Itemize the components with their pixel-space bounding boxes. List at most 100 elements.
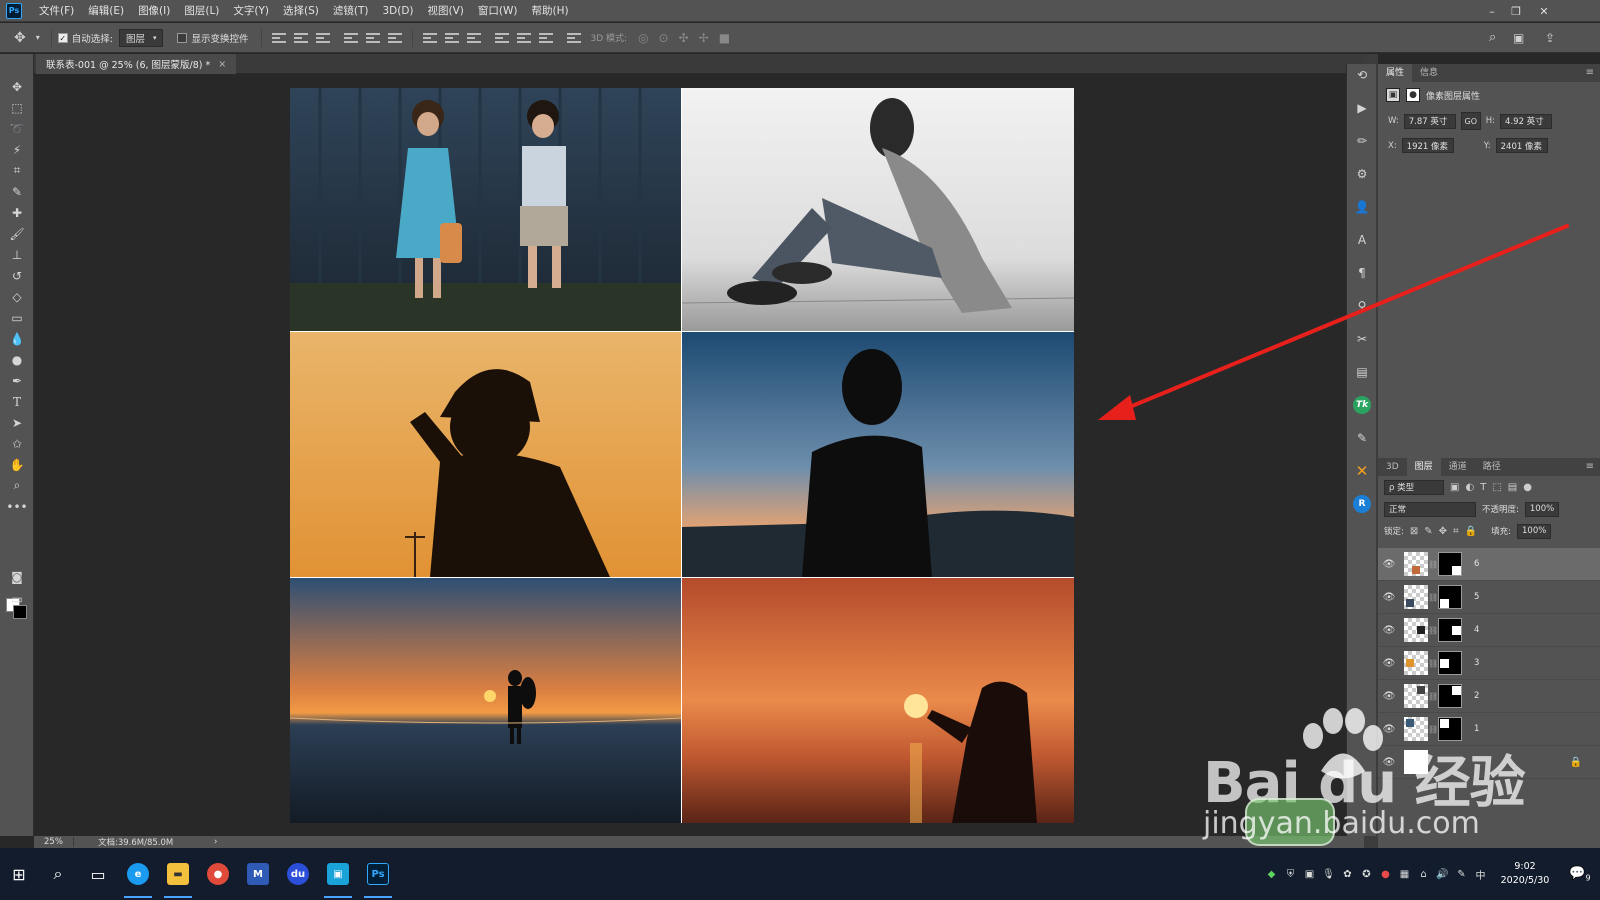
brush-tool-icon[interactable]: 🖌 [0,223,34,244]
app-icon-blue[interactable]: M [238,856,278,892]
hand-tool-icon[interactable]: ✋ [0,454,34,475]
filter-type-icon[interactable]: T [1480,482,1486,493]
filter-toggle-icon[interactable]: ● [1523,482,1532,493]
history-panel-icon[interactable]: ⟲ [1347,64,1377,86]
zoom-level[interactable]: 25% [34,837,74,847]
marquee-tool-icon[interactable]: ⬚ [0,97,34,118]
more-tools-icon[interactable]: ••• [0,496,34,517]
fill-field[interactable]: 100% [1517,523,1552,539]
height-field[interactable]: 4.92 英寸 [1500,113,1553,129]
filter-smart-icon[interactable]: ▤ [1508,482,1517,493]
restore-icon[interactable]: ❐ [1504,0,1528,22]
3d-pan-icon[interactable]: ✣ [679,31,689,45]
clone-stamp-icon[interactable]: ⊥ [0,244,34,265]
align-hcenter-icon[interactable] [365,31,380,45]
close-window-icon[interactable]: ✕ [1532,0,1556,22]
opacity-field[interactable]: 100% [1524,501,1560,517]
tab-properties[interactable]: 属性 [1378,64,1413,82]
chrome-app-icon[interactable]: ● [198,856,238,892]
eye-icon[interactable]: 👁 [1378,691,1400,702]
filter-adjust-icon[interactable]: ◐ [1465,482,1474,493]
photo-man-sitting[interactable] [682,88,1074,331]
menu-select[interactable]: 选择(S) [276,0,326,22]
photo-surfer-sunset[interactable] [290,578,681,823]
tray-app-icon[interactable]: ▣ [1300,869,1319,880]
tk-plugin-icon[interactable]: Tk [1347,394,1377,416]
lock-all-icon[interactable]: 🔒 [1465,526,1477,537]
layer-row-5[interactable]: 👁 ⛓ 5 [1378,581,1600,614]
layer-row-6[interactable]: 👁 ⛓ 6 [1378,548,1600,581]
clock[interactable]: 9:02 2020/5/30 [1490,860,1560,888]
menu-layer[interactable]: 图层(L) [177,0,226,22]
minimize-icon[interactable]: – [1480,0,1504,22]
nvidia-tray-icon[interactable]: ◆ [1262,869,1281,880]
panel-menu-icon[interactable]: ≡ [1586,67,1594,78]
chevron-down-icon[interactable]: ▾ [36,33,40,42]
3d-camera-icon[interactable]: ■ [719,31,730,45]
menu-help[interactable]: 帮助(H) [525,0,576,22]
gradient-tool-icon[interactable]: ▭ [0,307,34,328]
quick-mask-icon[interactable]: ◙ [0,566,34,587]
photo-hat-silhouette[interactable] [290,332,681,577]
menu-window[interactable]: 窗口(W) [471,0,525,22]
brush-panel-icon[interactable]: ✏ [1347,130,1377,152]
healing-brush-icon[interactable]: ✚ [0,202,34,223]
photo-children[interactable] [290,88,681,331]
layer-mask-thumbnail[interactable] [1438,717,1462,741]
tray-app2-icon[interactable]: ✿ [1338,869,1357,880]
lock-artboard-icon[interactable]: ⌗ [1453,526,1459,537]
mask-icon[interactable]: ● [1406,88,1420,102]
menu-view[interactable]: 视图(V) [421,0,471,22]
menu-image[interactable]: 图像(I) [131,0,177,22]
layer-mask-thumbnail[interactable] [1438,552,1462,576]
3d-slide-icon[interactable]: ✢ [699,31,709,45]
eye-icon[interactable]: 👁 [1378,658,1400,669]
canvas-area[interactable] [34,75,1364,836]
layer-filter-select[interactable]: ρ 类型 [1384,479,1444,495]
link-icon[interactable]: ⛓ [1428,560,1438,569]
align-vcenter-icon[interactable] [293,31,308,45]
layer-mask-thumbnail[interactable] [1438,651,1462,675]
magic-wand-icon[interactable]: ⚡ [0,139,34,160]
search-icon[interactable]: ⌕ [38,856,78,892]
move-tool-icon[interactable]: ✥ [14,30,26,46]
blur-tool-icon[interactable]: 💧 [0,328,34,349]
windows-start-icon[interactable]: ⊞ [0,856,38,892]
layer-row-background[interactable]: 👁 🔒 [1378,746,1600,779]
mic-icon[interactable]: 🎙 [1319,869,1338,880]
link-icon[interactable]: ⛓ [1428,725,1438,734]
tab-channels[interactable]: 通道 [1441,458,1475,476]
close-icon[interactable]: × [218,59,226,70]
x-field[interactable]: 1921 像素 [1401,138,1454,153]
distribute-top-icon[interactable] [422,31,437,45]
panel-menu-icon[interactable]: ≡ [1586,461,1594,472]
chevron-right-icon[interactable]: › [214,837,217,847]
tools-preset-icon[interactable]: ✂ [1347,328,1377,350]
ime-indicator[interactable]: 中 [1471,867,1490,882]
photo-man-profile-sea[interactable] [682,332,1074,577]
tab-layers[interactable]: 图层 [1406,458,1441,476]
3d-roll-icon[interactable]: ⊙ [659,31,669,45]
type-tool-icon[interactable]: T [0,391,34,412]
eye-icon[interactable]: 👁 [1378,724,1400,735]
adjustments-panel-icon[interactable]: ⚙ [1347,163,1377,185]
link-icon[interactable]: ⛓ [1428,593,1438,602]
tab-paths[interactable]: 路径 [1475,458,1509,476]
layer-row-1[interactable]: 👁 ⛓ 1 [1378,713,1600,746]
search-icon[interactable]: ⌕ [1489,30,1496,45]
blend-mode-select[interactable]: 正常 [1384,501,1476,517]
align-left-icon[interactable] [343,31,358,45]
crop-tool-icon[interactable]: ⌗ [0,160,34,181]
eraser-icon[interactable]: ◇ [0,286,34,307]
distribute-vcenter-icon[interactable] [444,31,459,45]
pen-icon[interactable]: ✎ [1452,869,1471,880]
photoshop-taskbar-icon[interactable]: Ps [358,856,398,898]
plugin-pen-icon[interactable]: ✎ [1347,427,1377,449]
dodge-tool-icon[interactable]: ● [0,349,34,370]
y-field[interactable]: 2401 像素 [1495,138,1548,153]
lock-position-icon[interactable]: ✥ [1439,526,1447,537]
share-icon[interactable]: ⇪ [1545,31,1555,45]
filter-shape-icon[interactable]: ⬚ [1492,482,1501,493]
path-select-icon[interactable]: ➤ [0,412,34,433]
layer-row-4[interactable]: 👁 ⛓ 4 [1378,614,1600,647]
